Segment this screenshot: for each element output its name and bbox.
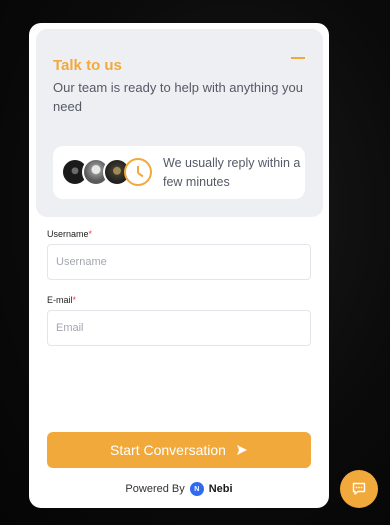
- username-label: Username*: [47, 229, 93, 239]
- chat-icon: [352, 482, 366, 495]
- powered-by: Powered By N Nebi: [29, 482, 329, 496]
- email-label: E-mail*: [47, 295, 77, 305]
- send-icon: [236, 445, 247, 455]
- minimize-icon[interactable]: [291, 57, 305, 59]
- widget-title: Talk to us: [53, 57, 122, 74]
- reply-time-card: We usually reply within a few minutes: [53, 146, 305, 199]
- username-input[interactable]: [47, 244, 311, 280]
- brand-name[interactable]: Nebi: [209, 483, 233, 495]
- chat-widget: Talk to us Our team is ready to help wit…: [29, 23, 329, 508]
- nebi-logo-icon: N: [189, 482, 204, 496]
- powered-by-text: Powered By: [125, 483, 185, 495]
- widget-subtitle: Our team is ready to help with anything …: [53, 80, 304, 114]
- clock-icon: [124, 158, 152, 186]
- widget-header: Talk to us Our team is ready to help wit…: [36, 29, 323, 217]
- start-conversation-button[interactable]: Start Conversation: [47, 432, 311, 468]
- reply-time-text: We usually reply within a few minutes: [163, 156, 301, 189]
- email-input[interactable]: [47, 310, 311, 346]
- start-conversation-label: Start Conversation: [110, 442, 226, 458]
- chat-launcher-button[interactable]: [340, 470, 378, 508]
